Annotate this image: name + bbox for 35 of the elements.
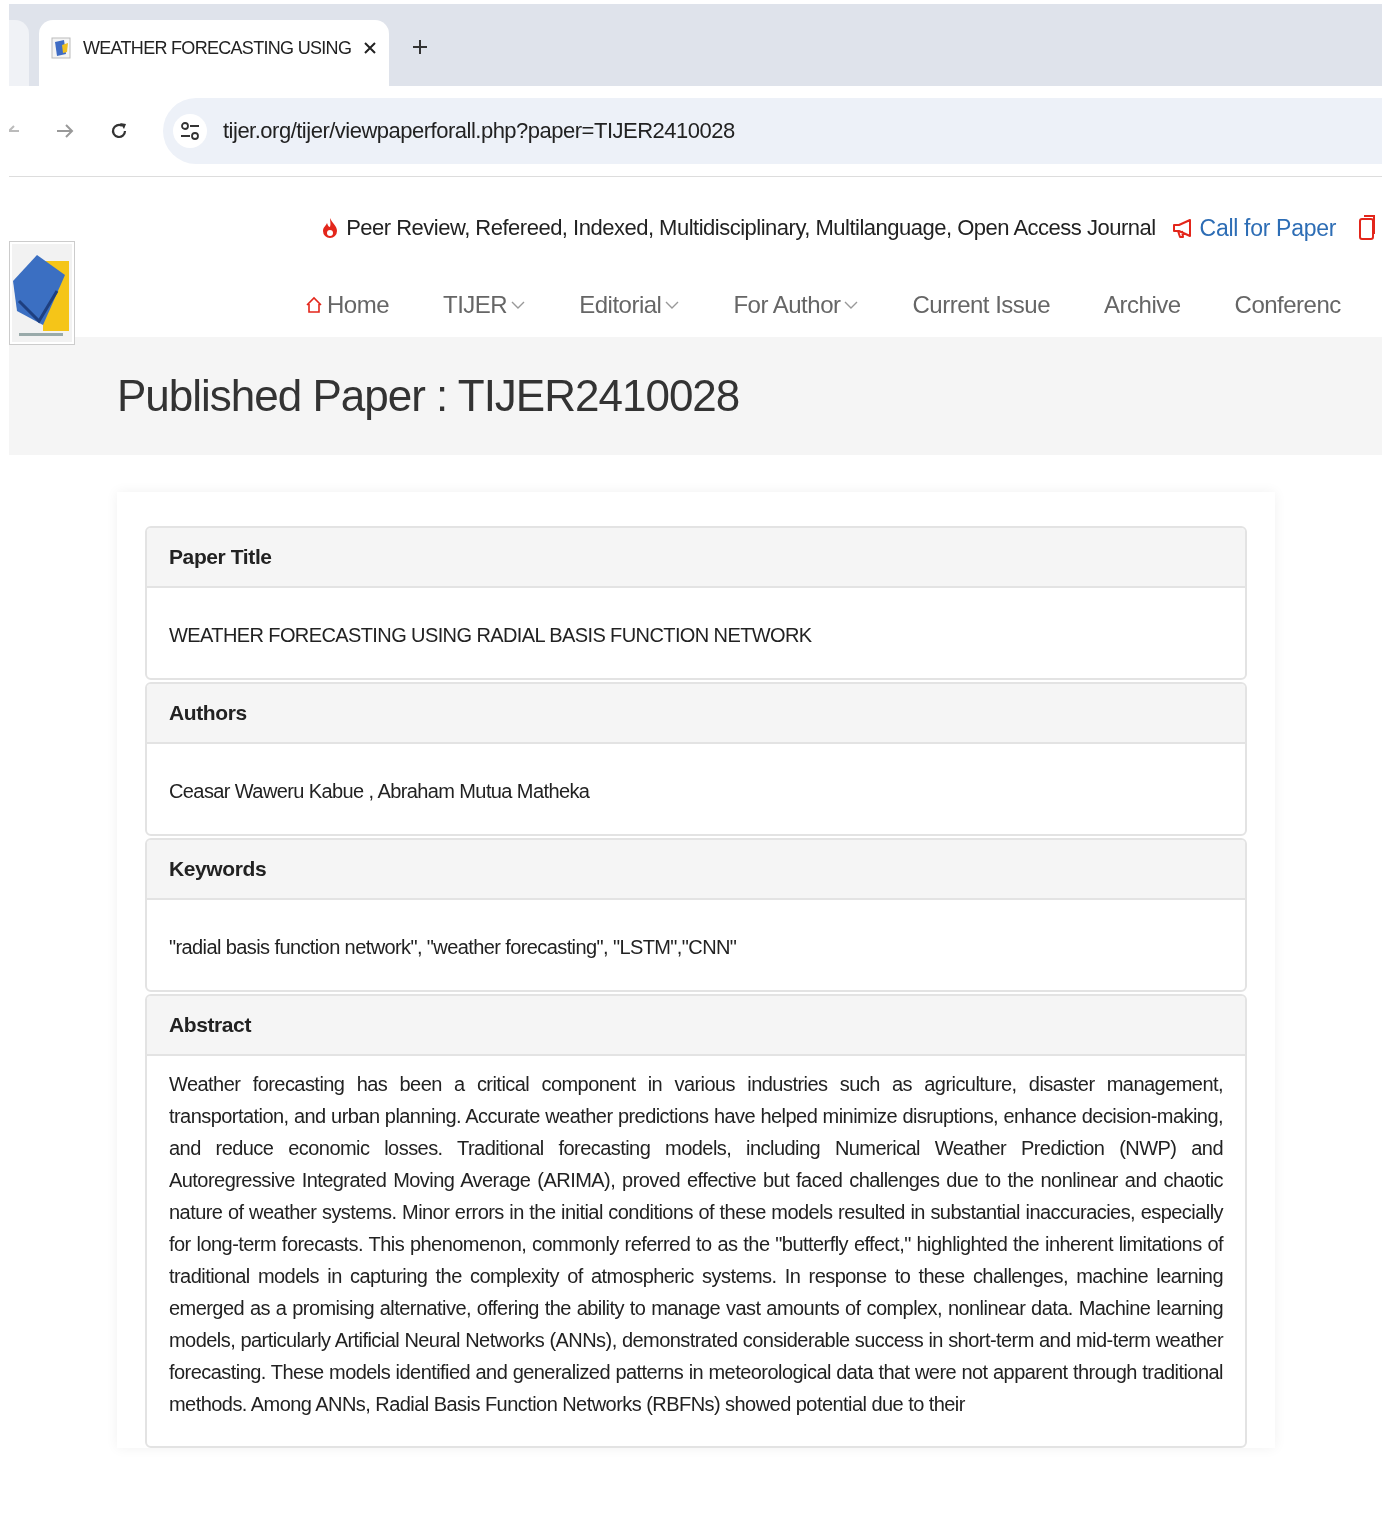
panel-heading: Abstract xyxy=(147,996,1245,1056)
address-bar[interactable]: tijer.org/tijer/viewpaperforall.php?paper=TIJER2410028 xyxy=(163,98,1382,164)
chevron-down-icon xyxy=(844,300,859,310)
favicon-icon xyxy=(51,37,71,59)
panel-text: "radial basis function network", "weather forecasting", "LSTM","CNN" xyxy=(168,935,738,960)
panel-heading: Paper Title xyxy=(147,528,1245,588)
chevron-down-icon xyxy=(511,300,526,310)
nav-link[interactable]: Conferenc xyxy=(1234,291,1341,319)
nav-link[interactable]: Archive xyxy=(1104,291,1181,319)
close-icon[interactable] xyxy=(363,41,378,55)
journal-logo[interactable] xyxy=(9,241,75,345)
browser-tab[interactable]: WEATHER FORECASTING USING xyxy=(39,20,389,86)
nav-link[interactable]: For Author xyxy=(733,291,859,319)
panel-text: WEATHER FORECASTING USING RADIAL BASIS FUNCTION NETWORK xyxy=(168,623,813,648)
new-tab-icon[interactable] xyxy=(411,38,429,56)
panel-heading: Authors xyxy=(147,684,1245,744)
panel-heading: Keywords xyxy=(147,840,1245,900)
call-for-paper-link[interactable]: Call for Paper xyxy=(1171,214,1336,242)
nav-link[interactable]: Current Issue xyxy=(912,291,1051,319)
nav-link[interactable]: Home xyxy=(305,291,390,319)
page-title: Published Paper : TIJER2410028 xyxy=(117,371,740,421)
home-icon xyxy=(305,296,323,314)
tagline-text: Peer Review, Refereed, Indexed, Multidisciplinary, Multilanguage, Open Access Journal xyxy=(346,215,1156,241)
site-settings-icon[interactable] xyxy=(180,122,200,140)
url-text: tijer.org/tijer/viewpaperforall.php?paper=TIJER2410028 xyxy=(223,118,735,144)
chevron-down-icon xyxy=(665,300,680,310)
flame-icon xyxy=(322,217,339,239)
reload-icon[interactable] xyxy=(109,121,129,141)
forward-arrow-icon[interactable] xyxy=(55,122,75,140)
panel-text: Ceasar Waweru Kabue , Abraham Mutua Matheka xyxy=(168,779,591,804)
nav-link[interactable]: TIJER xyxy=(443,291,526,319)
tab-title: WEATHER FORECASTING USING xyxy=(83,37,352,59)
document-icon[interactable] xyxy=(1358,215,1376,241)
panel-text: Weather forecasting has been a critical component in various industries such as agriculture, disaster management, transportation, and urban planning. Accurate weather predictions have helped minimize disruptions, enhance decision-making, and reduce economic losses. Traditional forecasting models, including Numerical Weather Prediction (NWP) and Autoregressive Integrated Moving Average (ARIMA), proved effective but faced challenges due to the nonlinear and chaotic nature of weather systems. Minor errors in the initial conditions of these models resulted in substantial inaccuracies, especially for long-term forecasts. This phenomenon, commonly referred to as the "butterfly effect," highlighted the inherent limitations of traditional models in capturing the complexity of atmospheric systems. In response to these challenges, machine learning emerged as a promising alternative, offering the ability to manage vast amounts of complex, nonlinear data. Machine learning models, particularly Artificial Neural Networks (ANNs), demonstrated considerable success in short-term and mid-term weather forecasting. These models identified and generalized patterns in meteorological data that were not apparent through traditional methods. Among ANNs, Radial Basis Function Networks (RBFNs) showed potential due to their xyxy=(168,1072,1225,1417)
nav-link[interactable]: Editorial xyxy=(579,291,680,319)
